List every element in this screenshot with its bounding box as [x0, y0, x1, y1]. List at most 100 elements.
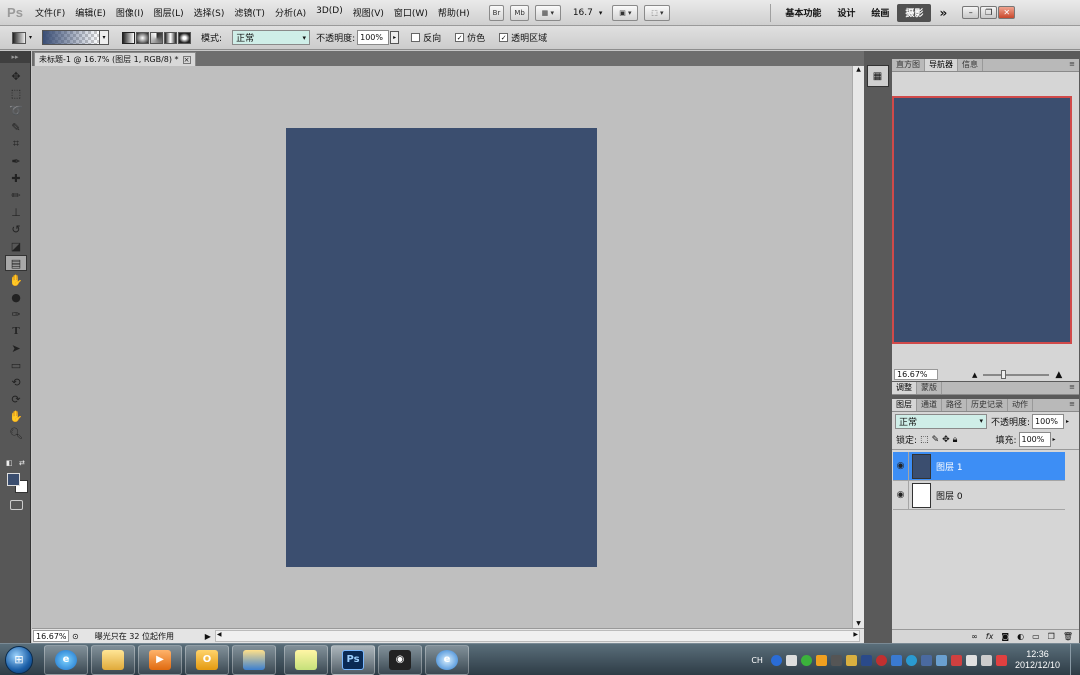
display-icon[interactable]: [920, 654, 932, 666]
orange-app-icon[interactable]: [815, 654, 827, 666]
status-menu-icon[interactable]: ▶: [205, 632, 211, 641]
menu-item[interactable]: 文件(F): [30, 6, 70, 19]
menu-item[interactable]: 分析(A): [270, 6, 311, 19]
tab-actions[interactable]: 动作: [1008, 399, 1033, 411]
mini-bridge-button[interactable]: Mb: [510, 4, 529, 21]
adjustment-layer-icon[interactable]: ◐: [1017, 632, 1024, 641]
quick-selection-tool-icon[interactable]: ✎: [5, 119, 27, 135]
gradient-tool-icon[interactable]: ▤: [5, 255, 27, 271]
new-layer-icon[interactable]: ❐: [1048, 632, 1055, 641]
angle-gradient-icon[interactable]: [150, 31, 164, 44]
3d-rotate-tool-icon[interactable]: ⟲: [5, 374, 27, 390]
red-app-icon[interactable]: [875, 654, 887, 666]
scroll-right-icon[interactable]: ▶: [853, 631, 858, 638]
menu-item[interactable]: 帮助(H): [433, 6, 475, 19]
layer-row[interactable]: ◉ 图层 1: [893, 451, 1065, 481]
layer-mask-icon[interactable]: ◙: [1001, 632, 1009, 641]
layer-opacity-input[interactable]: 100%: [1032, 413, 1065, 429]
tool-preset-picker[interactable]: ▾: [12, 31, 32, 44]
mode-select[interactable]: 正常 ▾: [232, 30, 311, 45]
layer-row[interactable]: ◉ 图层 0: [893, 480, 1065, 510]
menu-item[interactable]: 选择(S): [189, 6, 230, 19]
reverse-checkbox[interactable]: [411, 33, 421, 42]
clone-stamp-tool-icon[interactable]: ⊥: [5, 204, 27, 220]
taskbar-camera-button[interactable]: ◉: [378, 644, 422, 675]
navigator-zoom-field[interactable]: 16.67%: [894, 369, 938, 380]
default-colors-icon[interactable]: ◧: [6, 459, 13, 467]
close-icon[interactable]: ✕: [998, 6, 1016, 19]
tab-navigator[interactable]: 导航器: [925, 59, 958, 71]
reverse-option[interactable]: 反向: [411, 31, 441, 44]
zoom-out-icon[interactable]: ▲: [972, 371, 977, 379]
workspace-item[interactable]: 绘画: [863, 4, 897, 22]
layer-style-icon[interactable]: fx: [986, 632, 994, 641]
tab-info[interactable]: 信息: [958, 59, 983, 71]
taskbar-ie-button[interactable]: e: [44, 644, 88, 675]
transparency-option[interactable]: ✓ 透明区域: [499, 31, 547, 44]
menu-item[interactable]: 图像(I): [111, 6, 149, 19]
gradient-picker[interactable]: ▾: [42, 30, 110, 45]
workspace-item[interactable]: 基本功能: [777, 4, 829, 22]
red-flag-icon[interactable]: [995, 654, 1007, 666]
type-tool-icon[interactable]: T: [5, 323, 27, 339]
vertical-scrollbar[interactable]: ▲ ▼: [852, 66, 864, 628]
arrange-documents-button[interactable]: ▣ ▾: [612, 4, 639, 21]
taskbar-explorer-button[interactable]: [91, 644, 135, 675]
collapsed-panel-icon[interactable]: ▦: [866, 65, 889, 87]
toolbox-grip[interactable]: ▸▸: [0, 51, 30, 63]
document-tab[interactable]: 未标题-1 @ 16.7% (图层 1, RGB/8) * ×: [34, 52, 196, 66]
tab-layers[interactable]: 图层: [892, 399, 917, 411]
menu-item[interactable]: 图层(L): [149, 6, 189, 19]
eye-icon[interactable]: ◉: [893, 451, 909, 481]
minimize-icon[interactable]: –: [962, 6, 980, 19]
panel-menu-icon[interactable]: ≡: [1069, 400, 1075, 408]
workspace-item[interactable]: 设计: [829, 4, 863, 22]
more-workspaces-button[interactable]: »: [931, 4, 955, 22]
scroll-up-icon[interactable]: ▲: [853, 66, 864, 73]
canvas-document[interactable]: [286, 128, 597, 567]
tab-channels[interactable]: 通道: [917, 399, 942, 411]
crop-tool-icon[interactable]: ⌗: [5, 136, 27, 152]
sync-icon[interactable]: [905, 654, 917, 666]
blend-mode-select[interactable]: 正常 ▾: [895, 413, 987, 429]
tab-histogram[interactable]: 直方图: [892, 59, 925, 71]
menu-item[interactable]: 窗口(W): [389, 6, 433, 19]
transparency-checkbox[interactable]: ✓: [499, 33, 509, 42]
menu-item[interactable]: 滤镜(T): [229, 6, 270, 19]
zoom-level-select[interactable]: 16.7 ▾: [573, 8, 603, 18]
radial-gradient-icon[interactable]: [136, 31, 150, 44]
volume-icon[interactable]: [980, 654, 992, 666]
fill-slider-icon[interactable]: ▸: [1053, 436, 1056, 443]
tab-paths[interactable]: 路径: [942, 399, 967, 411]
restore-icon[interactable]: ❐: [980, 6, 998, 19]
move-tool-icon[interactable]: ✥: [5, 68, 27, 84]
panel-menu-icon[interactable]: ≡: [1069, 383, 1075, 391]
status-zoom-field[interactable]: 16.67%: [33, 630, 69, 642]
lock-position-icon[interactable]: ✥: [942, 435, 950, 445]
canvas-area[interactable]: [32, 66, 852, 628]
link-layers-icon[interactable]: ∞: [971, 632, 978, 641]
blur-tool-icon[interactable]: ✋: [5, 272, 27, 288]
status-info-icon[interactable]: ⊙: [72, 632, 79, 641]
menu-item[interactable]: 编辑(E): [70, 6, 111, 19]
3d-orbit-tool-icon[interactable]: ⟳: [5, 391, 27, 407]
navigator-thumbnail[interactable]: [892, 96, 1072, 344]
close-icon[interactable]: ×: [182, 55, 191, 64]
tab-masks[interactable]: 蒙版: [917, 382, 942, 394]
lock-all-icon[interactable]: 🔒︎: [953, 435, 958, 445]
delete-layer-icon[interactable]: 🗑︎: [1063, 632, 1073, 641]
diamond-gradient-icon[interactable]: [178, 31, 192, 44]
layer-group-icon[interactable]: ▭: [1032, 632, 1040, 641]
gradient-swatch[interactable]: [42, 30, 101, 45]
linear-gradient-icon[interactable]: [122, 31, 136, 44]
tab-history[interactable]: 历史记录: [967, 399, 1008, 411]
image-icon[interactable]: [935, 654, 947, 666]
panel-menu-icon[interactable]: ≡: [1069, 60, 1075, 68]
language-indicator[interactable]: CH: [751, 656, 763, 665]
folder-tray-icon[interactable]: [845, 654, 857, 666]
dodge-tool-icon[interactable]: ●: [5, 289, 27, 305]
zoom-tool-icon[interactable]: 🔍︎: [5, 425, 27, 441]
workspace-item[interactable]: 摄影: [897, 3, 932, 22]
hand-tool-icon[interactable]: ✋: [5, 408, 27, 424]
gradient-dropdown-icon[interactable]: ▾: [100, 30, 110, 45]
